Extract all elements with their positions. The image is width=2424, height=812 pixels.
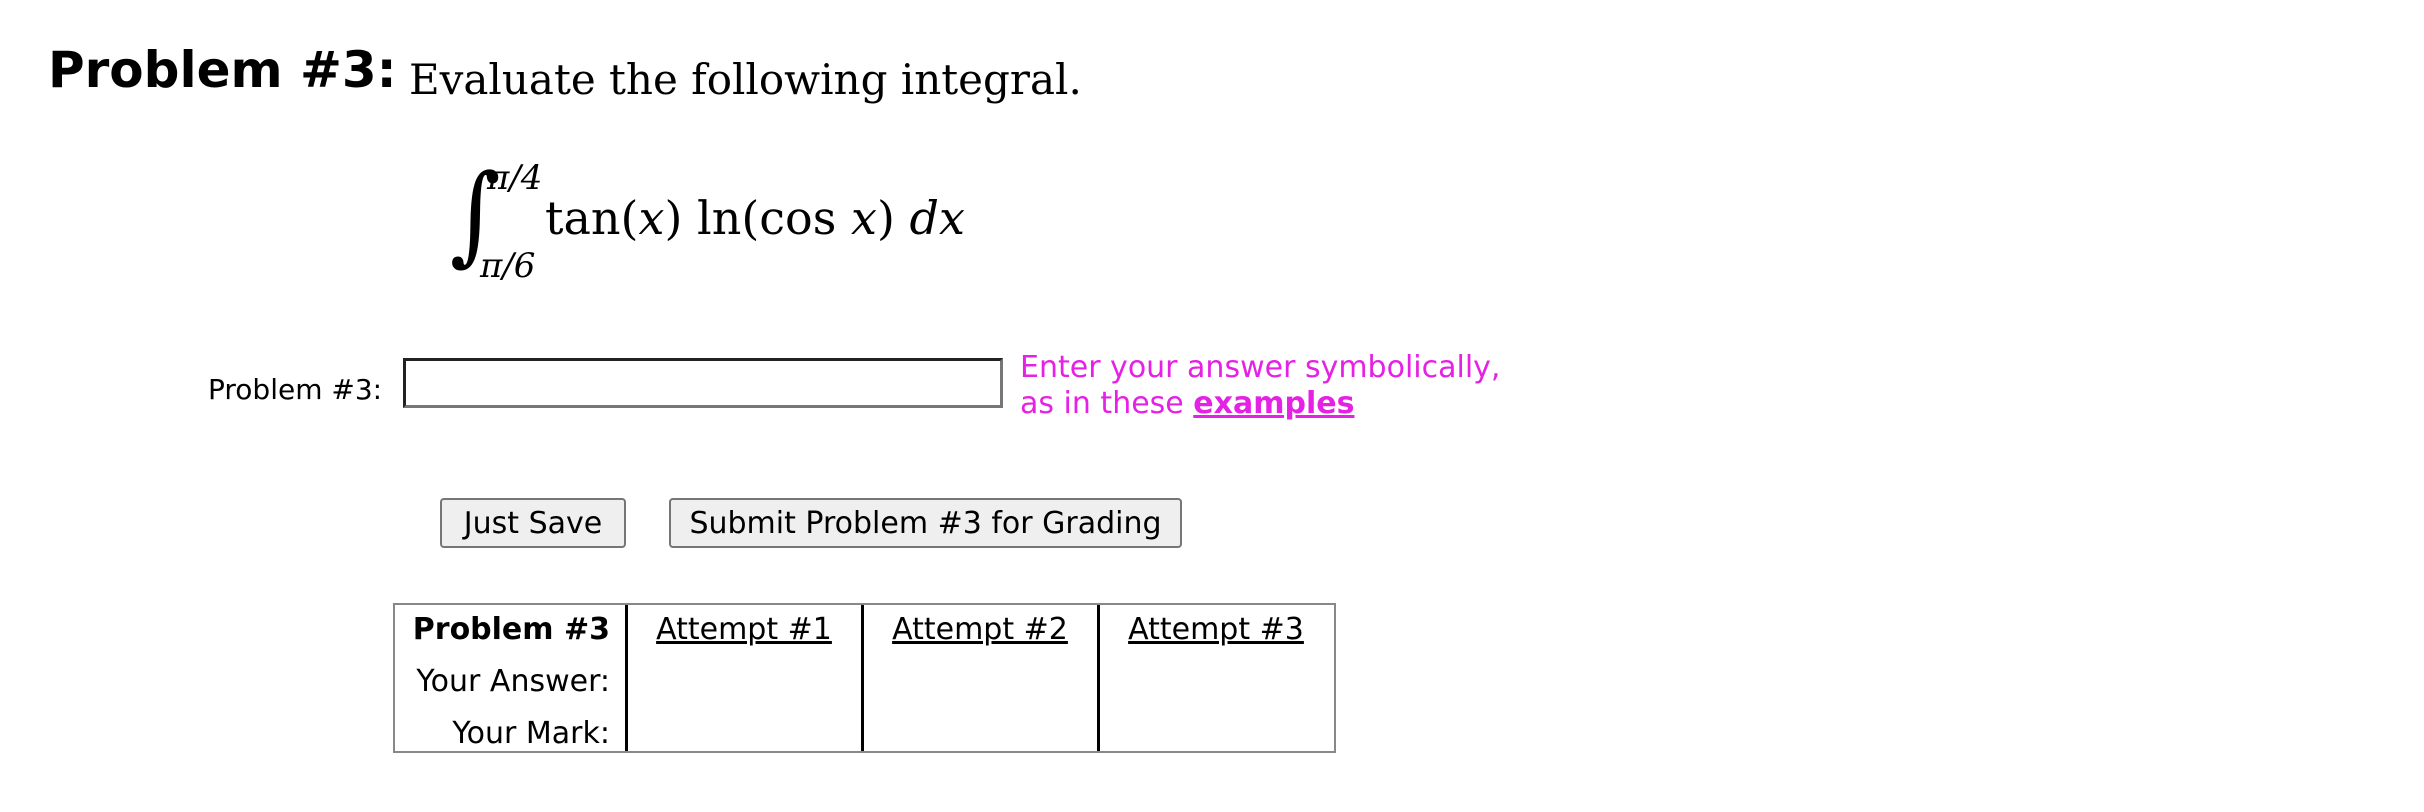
table-header-label: Problem #3 xyxy=(412,612,610,647)
answer-input[interactable] xyxy=(403,358,1003,408)
hint-line-1: Enter your answer symbolically, xyxy=(1020,350,1501,385)
attempts-table: Problem #3 Your Answer: Your Mark: Attem… xyxy=(393,603,1336,753)
integrand-differential: dx xyxy=(909,191,965,245)
integrand-ln: ) ln(cos xyxy=(664,191,851,245)
row-label-your-answer: Your Answer: xyxy=(416,664,610,699)
column-header-attempt-1: Attempt #1 xyxy=(656,612,832,647)
examples-link[interactable]: examples xyxy=(1193,386,1354,421)
hint-line-2-prefix: as in these xyxy=(1020,386,1194,421)
column-header-attempt-2: Attempt #2 xyxy=(892,612,1068,647)
lower-limit: π/6 xyxy=(480,246,536,286)
hint-line-2: as in these examples xyxy=(1020,386,1500,422)
problem-heading: Problem #3: xyxy=(48,41,397,99)
column-header-attempt-3: Attempt #3 xyxy=(1128,612,1304,647)
integrand-tan: tan( xyxy=(545,191,639,245)
integrand-x2: x xyxy=(850,191,877,245)
integrand-close: ) xyxy=(876,191,910,245)
problem-statement: Evaluate the following integral. xyxy=(409,55,1082,104)
answer-label: Problem #3: xyxy=(208,373,383,406)
answer-hint: Enter your answer symbolically, as in th… xyxy=(1020,350,1500,422)
integrand: tan(x) ln(cos x) dx xyxy=(545,190,965,246)
upper-limit: π/4 xyxy=(487,158,543,198)
submit-for-grading-button[interactable]: Submit Problem #3 for Grading xyxy=(669,498,1182,548)
integrand-x: x xyxy=(638,191,665,245)
row-label-your-mark: Your Mark: xyxy=(452,716,610,751)
just-save-button[interactable]: Just Save xyxy=(440,498,626,548)
